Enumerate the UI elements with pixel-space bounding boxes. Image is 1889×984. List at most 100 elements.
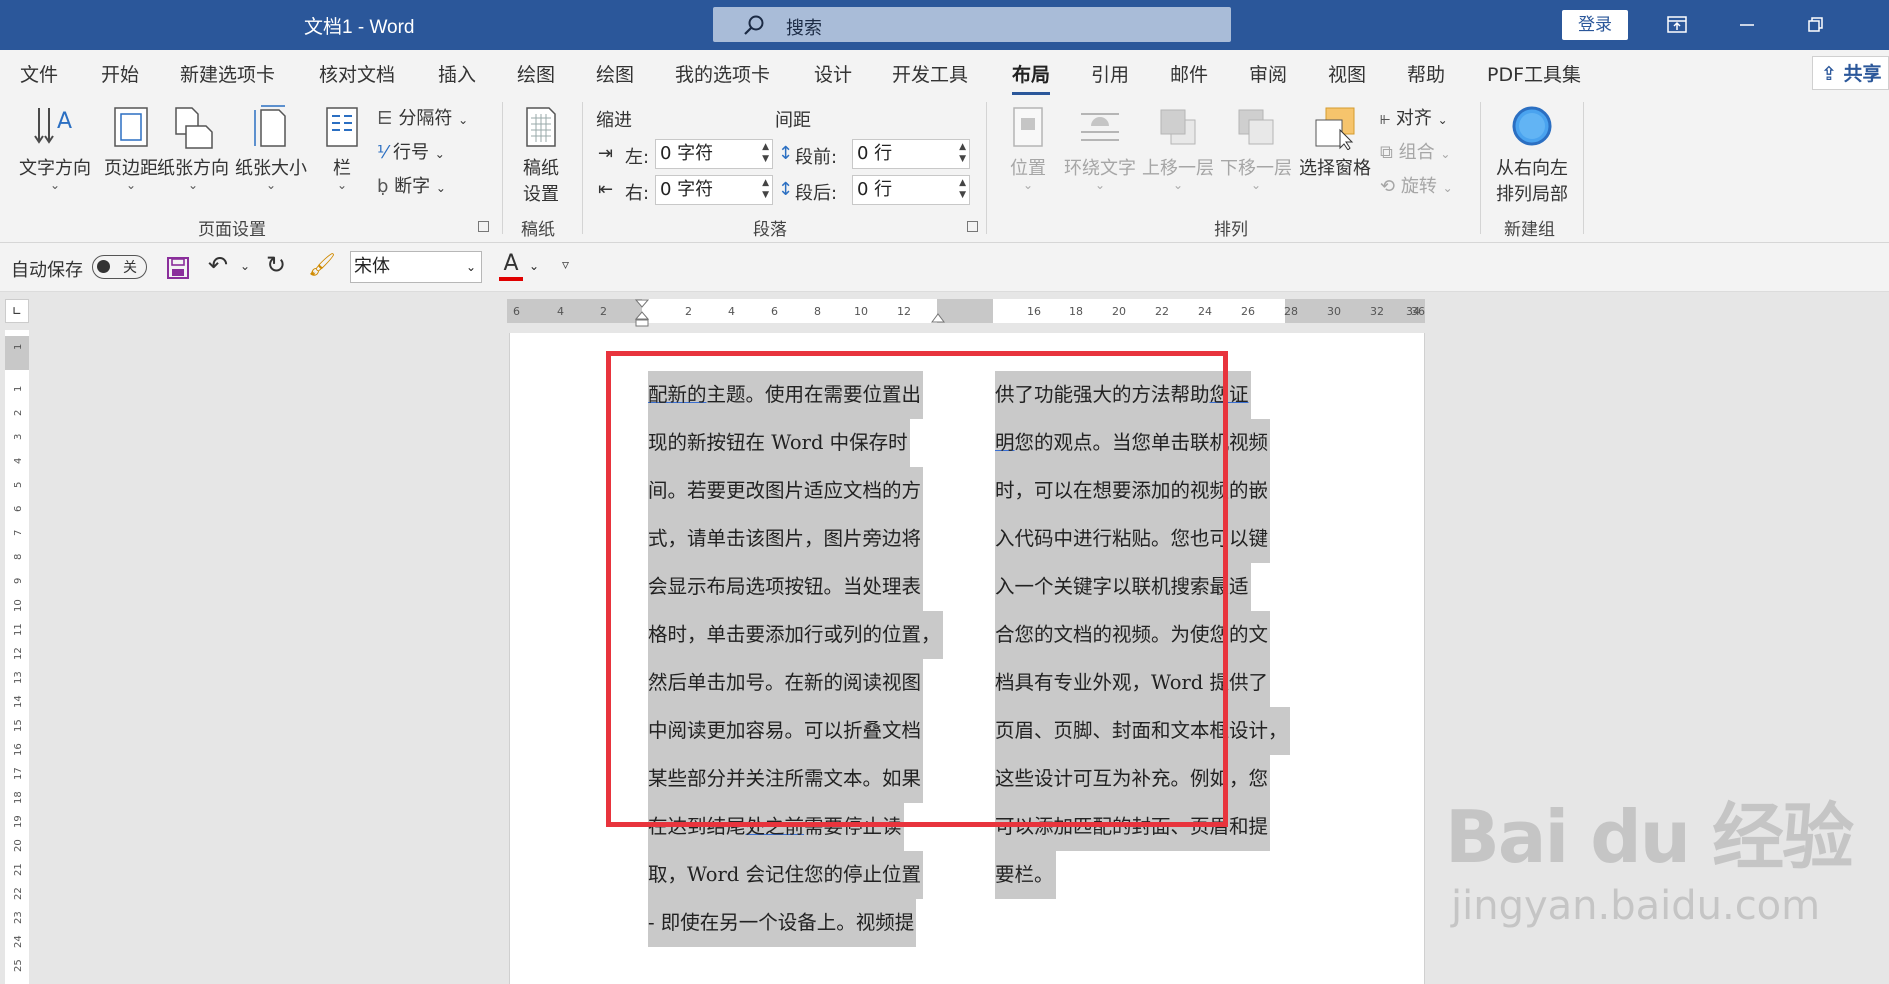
- wrap-text-button[interactable]: 环绕文字 ⌄: [1060, 104, 1140, 192]
- tab-design[interactable]: 设计: [814, 60, 852, 87]
- group-divider: [582, 102, 583, 234]
- page-setup-group-label: 页面设置: [198, 220, 266, 240]
- selection-pane-button[interactable]: 选择窗格: [1296, 104, 1374, 180]
- align-button[interactable]: ⫦ 对齐 ⌄: [1380, 104, 1448, 130]
- ruler-number: 4: [557, 305, 564, 318]
- spacing-after-input[interactable]: 0 行 ▲ ▼: [852, 175, 970, 205]
- circle-icon: [1512, 106, 1552, 146]
- format-painter-icon[interactable]: 🖌: [308, 253, 336, 278]
- tab-check-document[interactable]: 核对文档: [319, 60, 395, 87]
- tab-draw-2[interactable]: 绘图: [596, 60, 634, 87]
- manuscript-label-line2: 设置: [523, 184, 559, 205]
- indent-right-label: 右:: [625, 183, 650, 204]
- indent-marker-icon[interactable]: [635, 299, 649, 327]
- tab-new-tab[interactable]: 新建选项卡: [180, 60, 275, 87]
- title-bar: 文档1 - Word 搜索 登录: [0, 0, 1889, 50]
- rotate-icon: ⟲: [1380, 176, 1396, 197]
- rtl-arrange-button[interactable]: 从右向左 排列局部: [1490, 104, 1574, 206]
- font-name-select[interactable]: 宋体 ⌄: [350, 251, 482, 283]
- manuscript-label-line1: 稿纸: [523, 158, 559, 179]
- chevron-down-icon: ⌄: [1440, 147, 1451, 161]
- ribbon-display-options-button[interactable]: [1649, 7, 1705, 43]
- line-numbers-button[interactable]: ⅟ 行号 ⌄: [377, 138, 445, 164]
- tab-review[interactable]: 审阅: [1249, 60, 1287, 87]
- size-label: 纸张大小: [235, 158, 307, 179]
- tab-home[interactable]: 开始: [101, 60, 139, 87]
- position-button[interactable]: 位置 ⌄: [1000, 104, 1056, 191]
- customize-toolbar-icon[interactable]: ▿: [562, 257, 569, 273]
- horizontal-ruler[interactable]: 6 4 2 2 4 6 8 10 12 16 18 20 22 24 26 28…: [507, 299, 1425, 327]
- columns-button[interactable]: 栏 ⌄: [320, 104, 364, 191]
- orientation-button[interactable]: 纸张方向 ⌄: [155, 104, 231, 191]
- autosave-toggle[interactable]: 关: [92, 255, 147, 279]
- tab-layout[interactable]: 布局: [1012, 60, 1051, 95]
- minimize-button[interactable]: [1719, 7, 1775, 43]
- login-button[interactable]: 登录: [1562, 10, 1628, 40]
- new-group-label: 新建组: [1504, 220, 1555, 240]
- ruler-number: 25: [13, 959, 24, 972]
- arrange-group-label: 排列: [1214, 220, 1248, 240]
- tab-file[interactable]: 文件: [20, 60, 58, 87]
- hyphenation-label: 断字: [394, 176, 431, 197]
- rtl-arrange-label-line1: 从右向左: [1496, 158, 1568, 179]
- tab-draw[interactable]: 绘图: [517, 60, 555, 87]
- tab-developer[interactable]: 开发工具: [892, 60, 968, 87]
- spacing-before-input[interactable]: 0 行 ▲ ▼: [852, 139, 970, 169]
- ruler-number: 24: [1198, 305, 1212, 318]
- watermark-brand: Bai du 经验: [1445, 795, 1854, 879]
- group-objects-button[interactable]: ⧉ 组合 ⌄: [1380, 138, 1450, 164]
- undo-icon[interactable]: ↶: [208, 251, 228, 279]
- spin-arrows-icon[interactable]: ▲ ▼: [762, 177, 769, 201]
- orientation-icon: [175, 107, 213, 149]
- ruler-number: 13: [13, 671, 24, 684]
- share-button[interactable]: ⇪ 共享: [1812, 56, 1889, 90]
- redo-icon[interactable]: ↻: [266, 251, 286, 279]
- chevron-down-icon[interactable]: ⌄: [529, 259, 539, 273]
- right-indent-marker-icon[interactable]: [931, 311, 945, 323]
- indent-left-label: 左:: [625, 147, 650, 168]
- tab-references[interactable]: 引用: [1091, 60, 1129, 87]
- tab-insert[interactable]: 插入: [438, 60, 476, 87]
- indent-right-input[interactable]: 0 字符 ▲ ▼: [655, 175, 773, 205]
- tab-my-tab[interactable]: 我的选项卡: [675, 60, 770, 87]
- tab-stop-selector[interactable]: ∟: [5, 299, 29, 323]
- tab-help[interactable]: 帮助: [1407, 60, 1445, 87]
- page-setup-dialog-launcher[interactable]: [478, 221, 489, 232]
- tab-pdf-tools[interactable]: PDF工具集: [1487, 60, 1581, 87]
- ruler-number: 17: [13, 767, 24, 780]
- chevron-down-icon: ⌄: [1094, 178, 1106, 192]
- breaks-label: 分隔符: [398, 108, 453, 129]
- chevron-down-icon[interactable]: ⌄: [240, 259, 250, 273]
- spin-arrows-icon[interactable]: ▲ ▼: [959, 141, 966, 165]
- manuscript-settings-button[interactable]: 稿纸 设置: [514, 104, 568, 206]
- font-name-value: 宋体: [354, 256, 390, 277]
- ruler-number: 24: [13, 935, 24, 948]
- size-button[interactable]: 纸张大小 ⌄: [233, 104, 309, 191]
- tab-view[interactable]: 视图: [1328, 60, 1366, 87]
- text-line: - 即使在另一个设备上。视频提: [648, 899, 943, 947]
- spin-arrows-icon[interactable]: ▲ ▼: [959, 177, 966, 201]
- send-backward-button[interactable]: 下移一层 ⌄: [1218, 104, 1294, 191]
- restore-button[interactable]: [1788, 7, 1844, 43]
- search-box[interactable]: 搜索: [713, 7, 1231, 42]
- vertical-ruler[interactable]: 1 1 2 3 4 5 6 7 8 9 10 11 12 13 14 15 16…: [5, 330, 29, 984]
- text-direction-button[interactable]: A 文字方向 ⌄: [14, 104, 96, 191]
- ruler-number: 11: [13, 623, 24, 636]
- font-color-button[interactable]: A: [498, 251, 524, 283]
- svg-text:A: A: [57, 109, 72, 134]
- ruler-number: 6: [771, 305, 778, 318]
- group-divider: [1480, 102, 1481, 234]
- align-label: 对齐: [1395, 108, 1432, 129]
- line-numbers-icon: ⅟: [377, 142, 388, 163]
- ruler-number: 3: [13, 433, 24, 440]
- paragraph-dialog-launcher[interactable]: [967, 221, 978, 232]
- hyphenation-button[interactable]: ḅ 断字 ⌄: [377, 172, 446, 198]
- tab-mailings[interactable]: 邮件: [1170, 60, 1208, 87]
- rotate-button[interactable]: ⟲ 旋转 ⌄: [1380, 172, 1453, 198]
- indent-left-input[interactable]: 0 字符 ▲ ▼: [655, 139, 773, 169]
- bring-forward-button[interactable]: 上移一层 ⌄: [1140, 104, 1216, 191]
- chevron-down-icon: ⌄: [434, 147, 445, 161]
- breaks-button[interactable]: ⋿ 分隔符 ⌄: [377, 104, 468, 130]
- save-icon[interactable]: [166, 256, 190, 280]
- spin-arrows-icon[interactable]: ▲ ▼: [762, 141, 769, 165]
